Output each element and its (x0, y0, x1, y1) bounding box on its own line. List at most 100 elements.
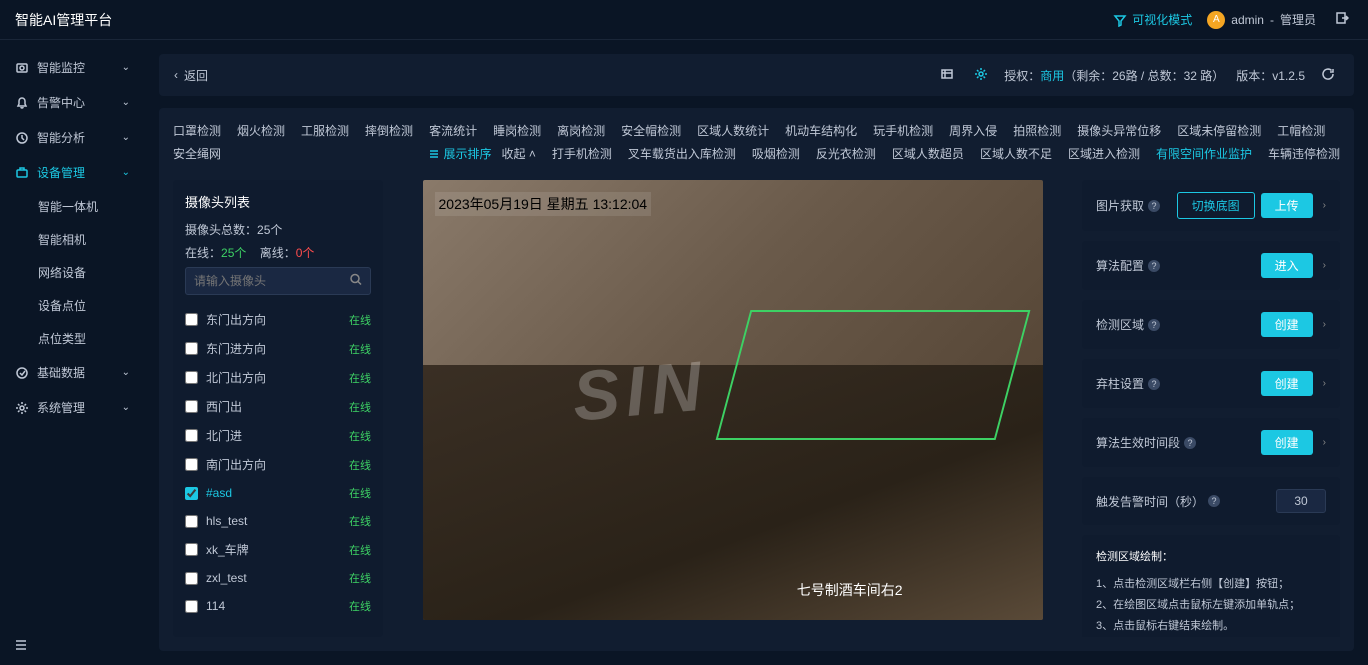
camera-checkbox[interactable] (185, 371, 198, 384)
algorithm-tag[interactable]: 工帽检测 (1277, 122, 1325, 139)
video-label: 七号制酒车间右2 (797, 580, 903, 600)
chevron-right-icon[interactable]: › (1323, 260, 1326, 271)
camera-item[interactable]: 114在线 (185, 592, 371, 620)
camera-checkbox[interactable] (185, 429, 198, 442)
camera-checkbox[interactable] (185, 543, 198, 556)
back-button[interactable]: ‹ 返回 (174, 67, 208, 84)
info-icon[interactable]: ? (1148, 378, 1160, 390)
alarm-time-input[interactable] (1276, 489, 1326, 513)
camera-checkbox[interactable] (185, 313, 198, 326)
chevron-right-icon[interactable]: › (1323, 378, 1326, 389)
create-time-button[interactable]: 创建 (1261, 430, 1313, 455)
search-icon[interactable] (349, 273, 363, 290)
collapse-button[interactable]: 收起 ˄ (502, 145, 536, 162)
chevron-right-icon[interactable]: › (1323, 319, 1326, 330)
create-fence-button[interactable]: 创建 (1261, 371, 1313, 396)
camera-item[interactable]: 59在线 (185, 620, 371, 625)
camera-item[interactable]: 北门进在线 (185, 421, 371, 450)
camera-item[interactable]: xk_车牌在线 (185, 535, 371, 564)
algorithm-tag[interactable]: 吸烟检测 (752, 145, 800, 162)
algorithm-tag[interactable]: 区域人数统计 (697, 122, 769, 139)
chevron-right-icon[interactable]: › (1323, 200, 1326, 211)
algorithm-tag[interactable]: 摄像头异常位移 (1077, 122, 1161, 139)
camera-checkbox[interactable] (185, 400, 198, 413)
camera-item[interactable]: 南门出方向在线 (185, 450, 371, 479)
algorithm-tag[interactable]: 叉车载货出入库检测 (628, 145, 736, 162)
viz-mode-button[interactable]: 可视化模式 (1113, 11, 1192, 28)
algorithm-tag[interactable]: 安全绳网 (173, 145, 221, 162)
sort-button[interactable]: 展示排序 (428, 145, 492, 162)
info-icon[interactable]: ? (1208, 495, 1220, 507)
algorithm-tag[interactable]: 有限空间作业监护 (1156, 145, 1252, 162)
camera-list: 东门出方向在线东门进方向在线北门出方向在线西门出在线北门进在线南门出方向在线#a… (185, 305, 371, 625)
algorithm-tag[interactable]: 客流统计 (429, 122, 477, 139)
algorithm-tag[interactable]: 机动车结构化 (785, 122, 857, 139)
algorithm-tag[interactable]: 玩手机检测 (873, 122, 933, 139)
config-algo-time: 算法生效时间段? 创建 › (1082, 418, 1340, 467)
camera-checkbox[interactable] (185, 515, 198, 528)
algorithm-tag[interactable]: 口罩检测 (173, 122, 221, 139)
nav-icon (15, 131, 29, 145)
algorithm-tag[interactable]: 车辆违停检测 (1268, 145, 1340, 162)
sidebar-item[interactable]: 设备管理⌄ (0, 155, 145, 190)
config-image-get: 图片获取? 切换底图 上传 › (1082, 180, 1340, 231)
info-icon[interactable]: ? (1148, 319, 1160, 331)
nav-icon (15, 166, 29, 180)
config-fence: 弃柱设置? 创建 › (1082, 359, 1340, 408)
sidebar-sub-item[interactable]: 智能相机 (0, 223, 145, 256)
camera-item[interactable]: hls_test在线 (185, 507, 371, 535)
camera-checkbox[interactable] (185, 458, 198, 471)
camera-item[interactable]: #asd在线 (185, 479, 371, 507)
switch-bg-button[interactable]: 切换底图 (1177, 192, 1255, 219)
algorithm-tag[interactable]: 区域进入检测 (1068, 145, 1140, 162)
algorithm-tag[interactable]: 反光衣检测 (816, 145, 876, 162)
algorithm-tag[interactable]: 区域人数不足 (980, 145, 1052, 162)
algorithm-tag[interactable]: 区域未停留检测 (1177, 122, 1261, 139)
sidebar-item[interactable]: 基础数据⌄ (0, 355, 145, 390)
sidebar-sub-item[interactable]: 智能一体机 (0, 190, 145, 223)
enter-button[interactable]: 进入 (1261, 253, 1313, 278)
camera-checkbox[interactable] (185, 487, 198, 500)
list-icon[interactable] (936, 63, 958, 88)
algorithm-tag[interactable]: 睡岗检测 (493, 122, 541, 139)
algorithm-tag[interactable]: 打手机检测 (552, 145, 612, 162)
camera-search-input[interactable] (185, 267, 371, 295)
camera-item[interactable]: 东门出方向在线 (185, 305, 371, 334)
sidebar-item[interactable]: 智能监控⌄ (0, 50, 145, 85)
sidebar-sub-item[interactable]: 网络设备 (0, 256, 145, 289)
video-frame[interactable]: 2023年05月19日 星期五 13:12:04 七号制酒车间右2 SIN (423, 180, 1043, 620)
chevron-right-icon[interactable]: › (1323, 437, 1326, 448)
sidebar-item[interactable]: 告警中心⌄ (0, 85, 145, 120)
sidebar-sub-item[interactable]: 设备点位 (0, 289, 145, 322)
info-icon[interactable]: ? (1184, 437, 1196, 449)
algorithm-tag[interactable]: 区域人数超员 (892, 145, 964, 162)
sidebar-item[interactable]: 智能分析⌄ (0, 120, 145, 155)
algorithm-tag[interactable]: 安全帽检测 (621, 122, 681, 139)
info-icon[interactable]: ? (1148, 260, 1160, 272)
camera-checkbox[interactable] (185, 572, 198, 585)
algorithm-tag[interactable]: 工服检测 (301, 122, 349, 139)
upload-button[interactable]: 上传 (1261, 193, 1313, 218)
nav-icon (15, 61, 29, 75)
camera-item[interactable]: 北门出方向在线 (185, 363, 371, 392)
camera-item[interactable]: zxl_test在线 (185, 564, 371, 592)
user-info[interactable]: A admin - 管理员 (1207, 11, 1316, 29)
camera-checkbox[interactable] (185, 600, 198, 613)
sidebar-collapse-icon[interactable] (14, 638, 28, 655)
info-icon[interactable]: ? (1148, 200, 1160, 212)
camera-item[interactable]: 东门进方向在线 (185, 334, 371, 363)
camera-checkbox[interactable] (185, 342, 198, 355)
app-title: 智能AI管理平台 (15, 10, 112, 30)
algorithm-tag[interactable]: 离岗检测 (557, 122, 605, 139)
sidebar-sub-item[interactable]: 点位类型 (0, 322, 145, 355)
camera-item[interactable]: 西门出在线 (185, 392, 371, 421)
algorithm-tag[interactable]: 烟火检测 (237, 122, 285, 139)
algorithm-tag[interactable]: 拍照检测 (1013, 122, 1061, 139)
algorithm-tag[interactable]: 摔倒检测 (365, 122, 413, 139)
refresh-icon[interactable] (1317, 63, 1339, 88)
algorithm-tag[interactable]: 周界入侵 (949, 122, 997, 139)
gear-icon[interactable] (970, 63, 992, 88)
logout-icon[interactable] (1331, 7, 1353, 32)
sidebar-item[interactable]: 系统管理⌄ (0, 390, 145, 425)
create-area-button[interactable]: 创建 (1261, 312, 1313, 337)
